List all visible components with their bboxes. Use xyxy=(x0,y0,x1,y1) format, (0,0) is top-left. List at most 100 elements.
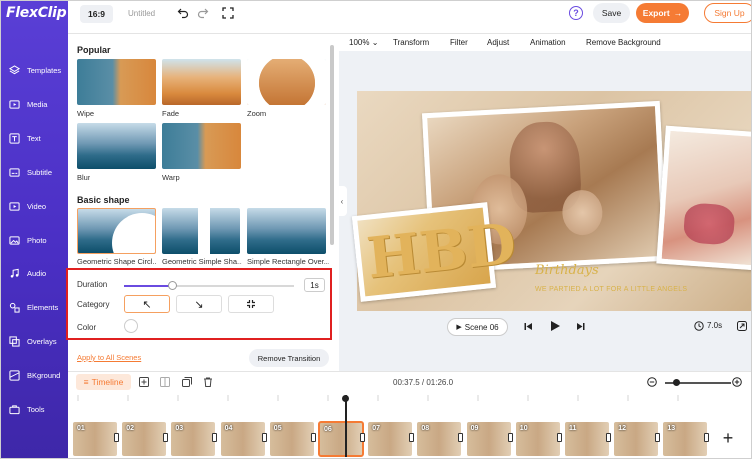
duration-value[interactable]: 1s xyxy=(304,278,325,292)
transition-marker[interactable] xyxy=(409,433,415,442)
timeline-clip[interactable]: 06 xyxy=(318,421,364,457)
transition-thumb-simple-rectangle[interactable] xyxy=(247,208,326,254)
next-scene-icon[interactable] xyxy=(576,322,585,333)
transition-thumb-warp[interactable] xyxy=(162,123,241,169)
timeline-clip[interactable]: 05 xyxy=(268,421,315,457)
clip-number: 06 xyxy=(324,426,332,433)
transition-marker[interactable] xyxy=(212,433,218,442)
zoom-in-icon[interactable] xyxy=(732,377,742,389)
transition-marker[interactable] xyxy=(360,433,365,442)
direction-top-left-button[interactable]: ↖ xyxy=(124,295,170,313)
transition-label: Simple Rectangle Over... xyxy=(247,257,329,266)
timeline-clip[interactable]: 09 xyxy=(465,421,512,457)
transition-thumb-wipe[interactable] xyxy=(77,59,156,105)
transition-marker[interactable] xyxy=(163,433,169,442)
collapse-panel-button[interactable]: ‹ xyxy=(337,186,347,216)
expand-icon[interactable] xyxy=(737,321,747,333)
transition-label: Geometric Shape Circl... xyxy=(77,257,157,266)
sidebar: FlexClip Templates Media Text Subtitle V… xyxy=(1,1,68,458)
timeline-clip[interactable]: 10 xyxy=(514,421,561,457)
timeline-clip[interactable]: 01 xyxy=(72,421,118,457)
transition-thumb-fade[interactable] xyxy=(162,59,241,105)
transition-thumb-zoom[interactable] xyxy=(247,59,326,105)
timeline-clip[interactable]: 04 xyxy=(219,421,266,457)
shape-split xyxy=(198,208,210,254)
birthdays-text[interactable]: Birthdays xyxy=(535,263,599,278)
transition-marker[interactable] xyxy=(606,433,611,442)
duration-slider-handle[interactable] xyxy=(168,281,177,290)
sidebar-item-video[interactable]: Video xyxy=(1,196,68,216)
transform-tool[interactable]: Transform xyxy=(393,38,429,47)
undo-icon[interactable] xyxy=(176,6,190,20)
sidebar-item-overlays[interactable]: Overlays xyxy=(1,331,68,351)
export-button[interactable]: Export → xyxy=(636,3,689,23)
sidebar-item-templates[interactable]: Templates xyxy=(1,60,68,80)
sidebar-item-elements[interactable]: Elements xyxy=(1,297,68,317)
remove-transition-button[interactable]: Remove Transition xyxy=(249,349,329,367)
sidebar-item-subtitle[interactable]: Subtitle xyxy=(1,162,68,182)
clip-number: 02 xyxy=(126,425,134,432)
transition-marker[interactable] xyxy=(655,433,661,442)
sidebar-item-media[interactable]: Media xyxy=(1,94,68,114)
arrow-right-icon: → xyxy=(673,8,683,18)
timeline-zoom-handle[interactable] xyxy=(673,379,680,386)
delete-icon[interactable] xyxy=(203,377,213,389)
timeline-clip[interactable]: 03 xyxy=(170,421,217,457)
sidebar-item-text[interactable]: Text xyxy=(1,128,68,148)
playhead-handle[interactable] xyxy=(342,395,349,402)
sidebar-item-audio[interactable]: Audio xyxy=(1,263,68,283)
help-icon[interactable]: ? xyxy=(569,6,583,20)
timeline-button[interactable]: ≡ Timeline xyxy=(76,374,131,390)
hbd-balloons-photo[interactable]: HBD xyxy=(351,202,519,302)
sidebar-item-photo[interactable]: Photo xyxy=(1,230,68,250)
remove-background-tool[interactable]: Remove Background xyxy=(586,38,661,47)
transition-marker[interactable] xyxy=(556,433,562,442)
cake-photo[interactable] xyxy=(656,125,751,271)
split-icon[interactable] xyxy=(160,377,170,389)
tagline-text[interactable]: WE PARTIED A LOT FOR A LITTLE ANGELS xyxy=(535,286,687,293)
playhead[interactable] xyxy=(345,395,347,457)
sidebar-item-tools[interactable]: Tools xyxy=(1,399,68,419)
apply-to-all-scenes-link[interactable]: Apply to All Scenes xyxy=(77,353,141,362)
adjust-tool[interactable]: Adjust xyxy=(487,38,509,47)
filter-tool[interactable]: Filter xyxy=(450,38,468,47)
scene-duration[interactable]: 7.0s xyxy=(707,321,722,330)
project-title[interactable]: Untitled xyxy=(128,9,155,18)
zoom-out-icon[interactable] xyxy=(647,377,657,389)
timeline-clip[interactable]: 07 xyxy=(367,421,414,457)
timeline-clip[interactable]: 11 xyxy=(564,421,610,457)
transition-marker[interactable] xyxy=(310,433,316,442)
direction-center-button[interactable] xyxy=(228,295,274,313)
timeline-clip[interactable]: 13 xyxy=(662,421,709,457)
transition-thumb-geometric-circle[interactable] xyxy=(77,208,156,254)
panel-scrollbar[interactable] xyxy=(330,45,334,245)
zoom-dropdown[interactable]: 100% ⌄ xyxy=(349,38,378,47)
aspect-ratio-button[interactable]: 16:9 xyxy=(80,5,113,23)
color-picker[interactable] xyxy=(124,319,138,333)
duplicate-icon[interactable] xyxy=(182,377,192,389)
transition-thumb-blur[interactable] xyxy=(77,123,156,169)
play-icon[interactable] xyxy=(550,320,561,334)
animation-tool[interactable]: Animation xyxy=(530,38,566,47)
duration-label: Duration xyxy=(77,280,108,289)
sidebar-item-bkground[interactable]: BKground xyxy=(1,365,68,385)
transition-label: Zoom xyxy=(247,109,267,118)
fullscreen-icon[interactable] xyxy=(221,6,235,20)
previous-scene-icon[interactable] xyxy=(524,322,533,333)
timeline-clip[interactable]: 08 xyxy=(416,421,463,457)
redo-icon[interactable] xyxy=(196,6,210,20)
transition-marker[interactable] xyxy=(261,433,267,442)
zoom-value: 100% xyxy=(349,38,370,47)
save-button[interactable]: Save xyxy=(593,3,630,23)
timeline-clip[interactable]: 02 xyxy=(121,421,168,457)
add-scene-icon[interactable] xyxy=(139,377,149,389)
transition-marker[interactable] xyxy=(507,433,513,442)
sign-up-button[interactable]: Sign Up xyxy=(704,3,751,23)
transition-marker[interactable] xyxy=(114,433,119,442)
timeline-clip[interactable]: 12 xyxy=(613,421,660,457)
add-clip-button[interactable]: + xyxy=(709,419,747,457)
direction-bottom-right-button[interactable]: ↘ xyxy=(176,295,222,313)
transition-marker[interactable] xyxy=(458,433,464,442)
scene-button[interactable]: ▶ Scene 06 xyxy=(447,318,508,336)
transition-thumb-geometric-simple[interactable] xyxy=(162,208,240,254)
